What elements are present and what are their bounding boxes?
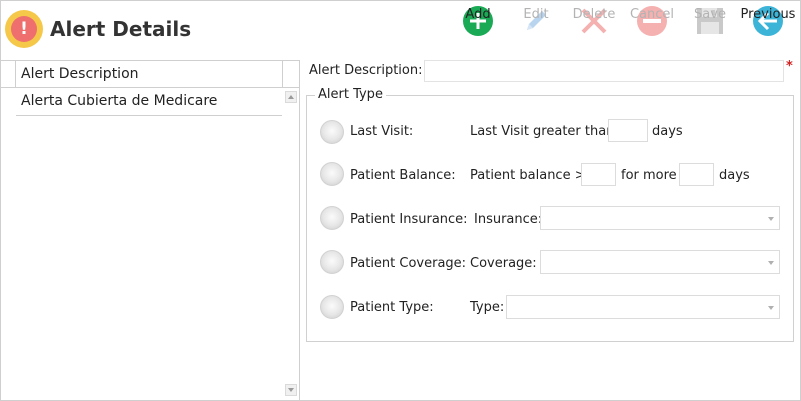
- type-select[interactable]: [506, 295, 780, 319]
- chevron-down-icon: [768, 217, 774, 221]
- patient-balance-middle: for more: [621, 168, 677, 183]
- patient-type-radio[interactable]: [320, 295, 344, 319]
- patient-balance-label: Patient Balance:: [350, 168, 456, 183]
- alert-description-label: Alert Description:: [309, 63, 423, 78]
- edit-button[interactable]: Edit: [507, 4, 565, 38]
- last-visit-days-input[interactable]: [608, 119, 648, 142]
- save-label: Save: [694, 7, 726, 22]
- patient-balance-prefix: Patient balance >: [470, 168, 586, 183]
- patient-balance-suffix: days: [719, 168, 750, 183]
- insurance-field-label: Insurance:: [474, 212, 543, 227]
- last-visit-prefix: Last Visit greater than: [470, 124, 615, 139]
- patient-balance-days-input[interactable]: [679, 163, 714, 186]
- delete-label: Delete: [572, 7, 616, 22]
- last-visit-suffix: days: [652, 124, 683, 139]
- row-selector-header: [0, 61, 16, 88]
- coverage-select[interactable]: [540, 250, 780, 274]
- patient-balance-amount-input[interactable]: [581, 163, 616, 186]
- last-visit-radio[interactable]: [320, 120, 344, 144]
- scroll-up-icon[interactable]: [285, 91, 297, 103]
- coverage-field-label: Coverage:: [470, 256, 537, 271]
- cancel-label: Cancel: [629, 7, 675, 22]
- alert-description-input[interactable]: [424, 60, 784, 82]
- cancel-button[interactable]: Cancel: [623, 4, 681, 38]
- last-visit-label: Last Visit:: [350, 124, 414, 139]
- previous-label: Previous: [740, 7, 796, 22]
- required-marker: *: [786, 59, 793, 74]
- alert-list: Alert Description Alerta Cubierta de Med…: [0, 60, 300, 400]
- save-button[interactable]: Save: [681, 4, 739, 38]
- list-scrollbar[interactable]: [283, 88, 299, 399]
- chevron-down-icon: [768, 306, 774, 310]
- edit-label: Edit: [523, 7, 549, 22]
- previous-button[interactable]: Previous: [739, 4, 797, 38]
- alert-icon: !: [5, 10, 43, 48]
- add-button[interactable]: Add: [449, 4, 507, 38]
- delete-button[interactable]: Delete: [565, 4, 623, 38]
- chevron-down-icon: [768, 261, 774, 265]
- type-field-label: Type:: [470, 300, 505, 315]
- add-label: Add: [465, 7, 491, 22]
- insurance-select[interactable]: [540, 206, 780, 230]
- scroll-down-icon[interactable]: [285, 384, 297, 396]
- patient-coverage-label: Patient Coverage:: [350, 256, 467, 271]
- list-header: Alert Description: [0, 60, 300, 88]
- alert-type-title: Alert Type: [315, 87, 386, 102]
- patient-coverage-radio[interactable]: [320, 250, 344, 274]
- toolbar: Add Edit Delete Cancel Save Previous: [449, 4, 797, 38]
- patient-insurance-radio[interactable]: [320, 206, 344, 230]
- list-item-text: Alerta Cubierta de Medicare: [21, 93, 218, 109]
- patient-balance-radio[interactable]: [320, 162, 344, 186]
- page-title: Alert Details: [50, 17, 192, 41]
- patient-type-label: Patient Type:: [350, 300, 434, 315]
- column-header-alert-description[interactable]: Alert Description: [21, 66, 139, 82]
- patient-insurance-label: Patient Insurance:: [350, 212, 468, 227]
- list-item[interactable]: Alerta Cubierta de Medicare: [16, 88, 282, 116]
